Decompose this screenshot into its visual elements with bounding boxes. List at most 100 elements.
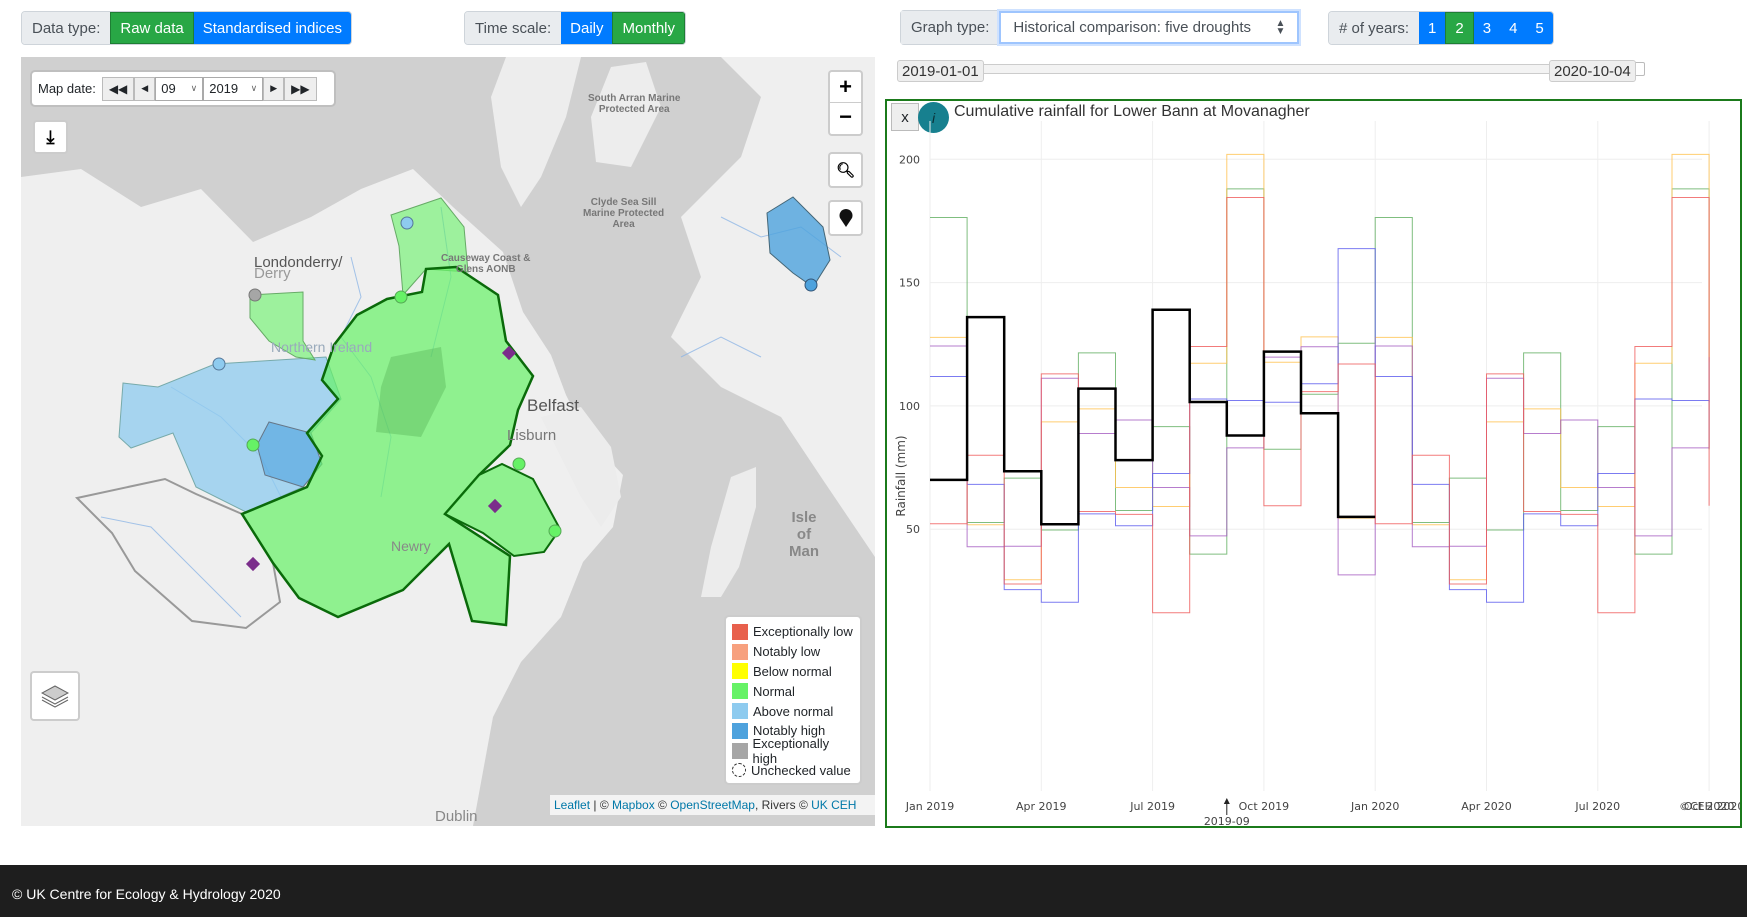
series-line-1 — [930, 188, 1710, 555]
years-2-button[interactable]: 2 — [1445, 12, 1474, 44]
legend-swatch — [732, 763, 746, 778]
y-tick-label: 150 — [899, 277, 920, 290]
place-label: Causeway Coast & Glens AONB — [441, 253, 531, 275]
legend-label: Normal — [753, 683, 795, 699]
slider-start-label[interactable]: 2019-01-01 — [897, 60, 984, 82]
legend-swatch — [732, 742, 748, 759]
place-label: Dublin — [435, 808, 478, 825]
legend-label: Notably low — [753, 644, 821, 660]
annotation-label: 2019-09 — [1204, 815, 1250, 826]
footer-copyright: © UK Centre for Ecology & Hydrology 2020 — [12, 886, 281, 902]
legend-swatch — [732, 663, 748, 680]
first-date-button[interactable]: ◀◀ — [101, 76, 135, 101]
map-attribution: Leaflet | © Mapbox © OpenStreetMap, Rive… — [550, 795, 875, 815]
legend-swatch — [732, 703, 748, 720]
next-date-button[interactable]: ▶ — [263, 76, 285, 101]
series-line-5 — [930, 197, 1710, 614]
graph-type-select[interactable]: Historical comparison: five droughts ▲ ▼ — [999, 11, 1300, 44]
copyright-label: ©CEH 2020 — [1679, 800, 1740, 813]
footer: © UK Centre for Ecology & Hydrology 2020 — [0, 865, 1747, 917]
graph-type-group: Graph type: Historical comparison: five … — [900, 10, 1301, 45]
y-tick-label: 200 — [899, 153, 920, 166]
years-5-button[interactable]: 5 — [1526, 12, 1553, 44]
x-tick-label: Apr 2020 — [1461, 800, 1512, 813]
legend-item: Normal — [732, 681, 854, 701]
y-axis-label: Rainfall (mm) — [894, 435, 908, 516]
mapbox-link[interactable]: Mapbox — [612, 798, 655, 812]
legend-swatch — [732, 683, 748, 700]
slider-end-label[interactable]: 2020-10-04 — [1549, 60, 1636, 82]
station-marker — [804, 278, 818, 292]
x-tick-label: Jul 2020 — [1574, 800, 1620, 813]
years-1-button[interactable]: 1 — [1419, 12, 1446, 44]
ukceh-link[interactable]: UK CEH — [811, 798, 856, 812]
place-label: Isle of Man — [789, 509, 819, 560]
monthly-button[interactable]: Monthly — [612, 12, 686, 44]
y-tick-label: 50 — [906, 523, 920, 536]
graph-type-label: Graph type: — [901, 11, 1000, 44]
search-icon[interactable]: 🔍︎ — [828, 152, 863, 188]
zoom-out-button[interactable]: − — [839, 103, 852, 134]
place-label: Belfast — [527, 396, 579, 415]
station-marker — [212, 357, 226, 371]
x-tick-label: Apr 2019 — [1016, 800, 1067, 813]
legend-label: Exceptionally low — [753, 624, 853, 640]
years-4-button[interactable]: 4 — [1500, 12, 1527, 44]
location-pin-icon[interactable] — [828, 200, 863, 236]
series-line-4 — [930, 248, 1710, 603]
years-label: # of years: — [1329, 12, 1420, 44]
daily-button[interactable]: Daily — [561, 12, 613, 44]
place-label: South Arran Marine Protected Area — [588, 93, 681, 115]
land-kintyre — [491, 57, 581, 207]
legend-item: Below normal — [732, 662, 854, 682]
graph-type-value: Historical comparison: five droughts — [1013, 19, 1251, 36]
last-date-button[interactable]: ▶▶ — [284, 76, 317, 101]
legend-swatch — [732, 722, 748, 739]
x-tick-label: Jan 2019 — [905, 800, 954, 813]
prev-date-button[interactable]: ◀ — [134, 76, 156, 101]
station-marker — [394, 290, 408, 304]
data-type-label: Data type: — [22, 12, 111, 44]
legend-label: Below normal — [753, 663, 832, 679]
standardised-indices-button[interactable]: Standardised indices — [193, 12, 352, 44]
rainfall-chart[interactable]: Jan 2019 Apr 2019 Jul 2019 Oct 2019 Jan 2020… — [887, 101, 1740, 826]
years-3-button[interactable]: 3 — [1473, 12, 1501, 44]
map-legend: Exceptionally low Notably low Below normal… — [724, 615, 862, 785]
y-tick-label: 100 — [899, 400, 920, 413]
month-select[interactable]: 09 ∨ — [155, 76, 204, 101]
layers-icon[interactable] — [30, 671, 80, 721]
leaflet-link[interactable]: Leaflet — [554, 798, 590, 812]
map-date-label: Map date: — [38, 81, 96, 96]
place-label: Clyde Sea Sill Marine Protected Area — [583, 197, 665, 230]
annotation-arrowhead — [1223, 798, 1230, 804]
place-label: Newry — [391, 538, 431, 554]
legend-item: Unchecked value — [732, 761, 854, 781]
chart-panel: x i Cumulative rainfall for Lower Bann a… — [885, 99, 1742, 828]
legend-item: Exceptionally low — [732, 622, 854, 642]
place-label: Northern Ireland — [271, 339, 373, 355]
time-scale-group: Time scale: Daily Monthly — [464, 11, 687, 45]
station-marker — [548, 524, 562, 538]
legend-swatch — [732, 623, 748, 640]
zoom-control: + − — [828, 70, 863, 136]
chevron-down-icon: ∨ — [190, 83, 198, 93]
station-marker — [400, 216, 414, 230]
legend-item: Above normal — [732, 701, 854, 721]
legend-label: Above normal — [753, 703, 834, 719]
download-icon[interactable]: ⤓ — [33, 120, 68, 154]
legend-label: Exceptionally high — [752, 735, 830, 766]
map[interactable]: Londonderry/Derry Belfast Lisburn Newry … — [21, 57, 875, 826]
year-select[interactable]: 2019 ∨ — [203, 76, 264, 101]
chevron-down-icon: ∨ — [250, 83, 258, 93]
x-tick-label: Oct 2019 — [1239, 800, 1290, 813]
place-label: Lisburn — [507, 427, 557, 444]
map-date-control: Map date: ◀◀ ◀ 09 ∨ 2019 ∨ ▶ ▶▶ — [30, 70, 336, 107]
raw-data-button[interactable]: Raw data — [110, 12, 194, 44]
zoom-in-button[interactable]: + — [830, 72, 861, 104]
time-scale-label: Time scale: — [465, 12, 562, 44]
legend-item: Notably low — [732, 642, 854, 662]
data-type-group: Data type: Raw data Standardised indices — [21, 11, 353, 45]
date-range-slider[interactable] — [940, 64, 1555, 74]
osm-link[interactable]: OpenStreetMap — [670, 798, 755, 812]
select-arrows-icon: ▲ ▼ — [1275, 17, 1286, 37]
